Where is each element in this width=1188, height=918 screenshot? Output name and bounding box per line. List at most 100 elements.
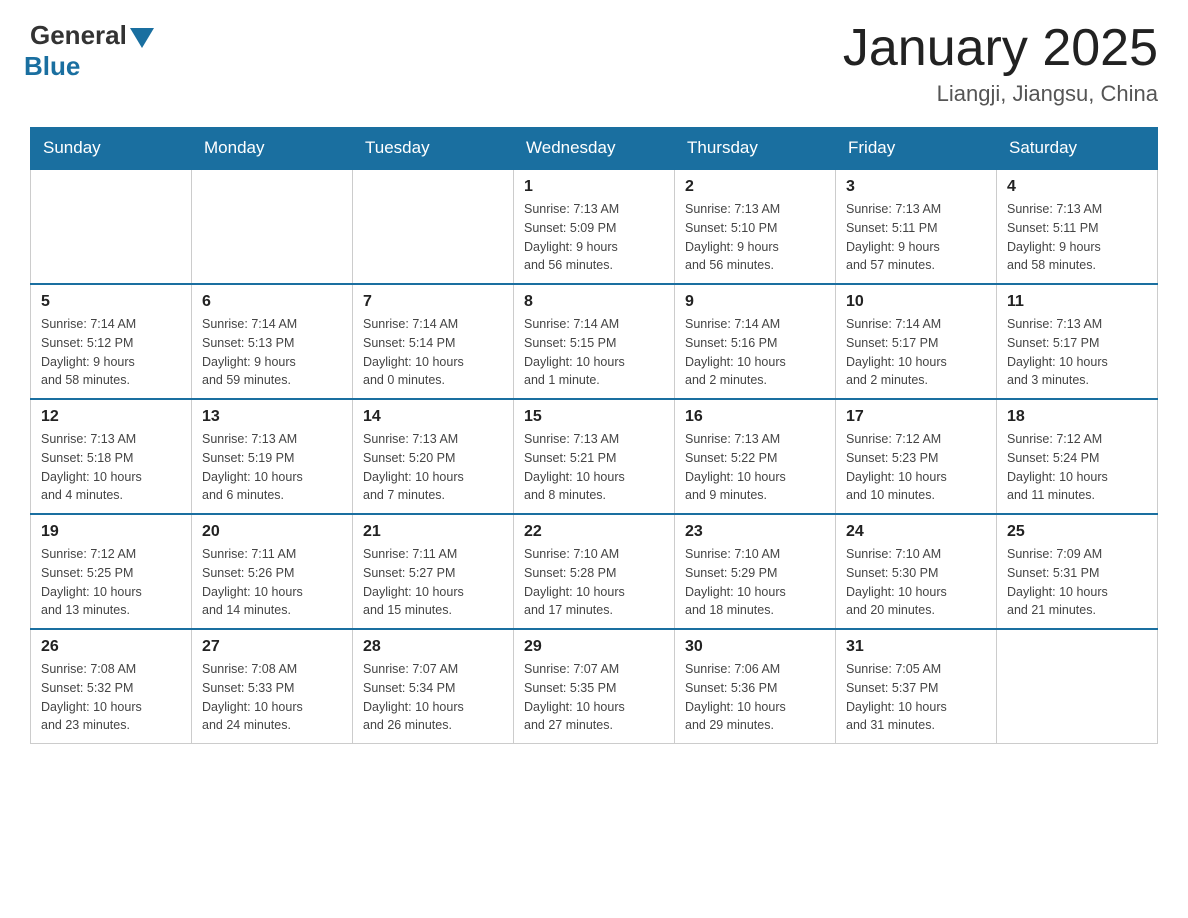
calendar-cell: 2 Sunrise: 7:13 AM Sunset: 5:10 PM Daylig… xyxy=(675,169,836,284)
day-number: 19 xyxy=(41,523,181,541)
day-number: 11 xyxy=(1007,293,1147,311)
day-number: 3 xyxy=(846,178,986,196)
calendar-cell: 11 Sunrise: 7:13 AM Sunset: 5:17 PM Dayli… xyxy=(997,284,1158,399)
calendar-header-row: SundayMondayTuesdayWednesdayThursdayFrid… xyxy=(31,128,1158,170)
calendar-cell xyxy=(353,169,514,284)
calendar-cell: 24Sunrise: 7:10 AM Sunset: 5:30 PM Dayli… xyxy=(836,514,997,629)
day-number: 21 xyxy=(363,523,503,541)
calendar-cell: 23 Sunrise: 7:10 AM Sunset: 5:29 PM Dayli… xyxy=(675,514,836,629)
calendar-day-header: Tuesday xyxy=(353,128,514,170)
day-number: 10 xyxy=(846,293,986,311)
calendar-cell: 13 Sunrise: 7:13 AM Sunset: 5:19 PM Dayli… xyxy=(192,399,353,514)
day-info: Sunrise: 7:07 AM Sunset: 5:35 PM Dayligh… xyxy=(524,660,664,735)
logo-blue-text: Blue xyxy=(24,51,80,82)
day-info: Sunrise: 7:10 AM Sunset: 5:29 PM Dayligh… xyxy=(685,545,825,620)
calendar-cell: 16 Sunrise: 7:13 AM Sunset: 5:22 PM Dayli… xyxy=(675,399,836,514)
calendar-cell: 20 Sunrise: 7:11 AM Sunset: 5:26 PM Dayli… xyxy=(192,514,353,629)
day-info: Sunrise: 7:13 AM Sunset: 5:22 PM Dayligh… xyxy=(685,430,825,505)
calendar-cell: 9 Sunrise: 7:14 AM Sunset: 5:16 PM Daylig… xyxy=(675,284,836,399)
calendar-cell: 4Sunrise: 7:13 AM Sunset: 5:11 PM Daylig… xyxy=(997,169,1158,284)
day-number: 23 xyxy=(685,523,825,541)
day-number: 20 xyxy=(202,523,342,541)
calendar-cell: 22 Sunrise: 7:10 AM Sunset: 5:28 PM Dayli… xyxy=(514,514,675,629)
day-info: Sunrise: 7:13 AM Sunset: 5:17 PM Dayligh… xyxy=(1007,315,1147,390)
day-info: Sunrise: 7:08 AM Sunset: 5:33 PM Dayligh… xyxy=(202,660,342,735)
title-block: January 2025 Liangji, Jiangsu, China xyxy=(843,20,1158,107)
logo: General Blue xyxy=(30,20,157,82)
calendar-cell: 18Sunrise: 7:12 AM Sunset: 5:24 PM Dayli… xyxy=(997,399,1158,514)
calendar-cell: 5 Sunrise: 7:14 AM Sunset: 5:12 PM Daylig… xyxy=(31,284,192,399)
calendar-table: SundayMondayTuesdayWednesdayThursdayFrid… xyxy=(30,127,1158,744)
main-title: January 2025 xyxy=(843,20,1158,77)
calendar-cell xyxy=(31,169,192,284)
day-number: 28 xyxy=(363,638,503,656)
calendar-week-row: 12Sunrise: 7:13 AM Sunset: 5:18 PM Dayli… xyxy=(31,399,1158,514)
day-info: Sunrise: 7:12 AM Sunset: 5:23 PM Dayligh… xyxy=(846,430,986,505)
calendar-cell: 29Sunrise: 7:07 AM Sunset: 5:35 PM Dayli… xyxy=(514,629,675,744)
day-info: Sunrise: 7:14 AM Sunset: 5:12 PM Dayligh… xyxy=(41,315,181,390)
calendar-cell: 6 Sunrise: 7:14 AM Sunset: 5:13 PM Daylig… xyxy=(192,284,353,399)
day-number: 14 xyxy=(363,408,503,426)
day-number: 12 xyxy=(41,408,181,426)
calendar-cell: 26 Sunrise: 7:08 AM Sunset: 5:32 PM Dayli… xyxy=(31,629,192,744)
day-info: Sunrise: 7:14 AM Sunset: 5:16 PM Dayligh… xyxy=(685,315,825,390)
day-number: 22 xyxy=(524,523,664,541)
day-info: Sunrise: 7:10 AM Sunset: 5:28 PM Dayligh… xyxy=(524,545,664,620)
day-info: Sunrise: 7:13 AM Sunset: 5:20 PM Dayligh… xyxy=(363,430,503,505)
calendar-cell: 30Sunrise: 7:06 AM Sunset: 5:36 PM Dayli… xyxy=(675,629,836,744)
calendar-cell: 15Sunrise: 7:13 AM Sunset: 5:21 PM Dayli… xyxy=(514,399,675,514)
calendar-cell: 12Sunrise: 7:13 AM Sunset: 5:18 PM Dayli… xyxy=(31,399,192,514)
calendar-cell: 19 Sunrise: 7:12 AM Sunset: 5:25 PM Dayli… xyxy=(31,514,192,629)
calendar-cell xyxy=(192,169,353,284)
calendar-cell: 3 Sunrise: 7:13 AM Sunset: 5:11 PM Daylig… xyxy=(836,169,997,284)
day-info: Sunrise: 7:10 AM Sunset: 5:30 PM Dayligh… xyxy=(846,545,986,620)
day-number: 13 xyxy=(202,408,342,426)
calendar-day-header: Thursday xyxy=(675,128,836,170)
day-number: 8 xyxy=(524,293,664,311)
calendar-day-header: Sunday xyxy=(31,128,192,170)
day-info: Sunrise: 7:14 AM Sunset: 5:13 PM Dayligh… xyxy=(202,315,342,390)
calendar-cell: 31Sunrise: 7:05 AM Sunset: 5:37 PM Dayli… xyxy=(836,629,997,744)
logo-triangle-icon xyxy=(130,28,154,48)
day-number: 16 xyxy=(685,408,825,426)
day-info: Sunrise: 7:09 AM Sunset: 5:31 PM Dayligh… xyxy=(1007,545,1147,620)
calendar-day-header: Saturday xyxy=(997,128,1158,170)
day-number: 6 xyxy=(202,293,342,311)
day-info: Sunrise: 7:12 AM Sunset: 5:24 PM Dayligh… xyxy=(1007,430,1147,505)
day-info: Sunrise: 7:06 AM Sunset: 5:36 PM Dayligh… xyxy=(685,660,825,735)
calendar-week-row: 26 Sunrise: 7:08 AM Sunset: 5:32 PM Dayli… xyxy=(31,629,1158,744)
day-number: 15 xyxy=(524,408,664,426)
day-number: 7 xyxy=(363,293,503,311)
location-subtitle: Liangji, Jiangsu, China xyxy=(843,81,1158,107)
day-info: Sunrise: 7:14 AM Sunset: 5:14 PM Dayligh… xyxy=(363,315,503,390)
day-number: 5 xyxy=(41,293,181,311)
calendar-cell: 8 Sunrise: 7:14 AM Sunset: 5:15 PM Daylig… xyxy=(514,284,675,399)
day-info: Sunrise: 7:08 AM Sunset: 5:32 PM Dayligh… xyxy=(41,660,181,735)
calendar-cell: 25Sunrise: 7:09 AM Sunset: 5:31 PM Dayli… xyxy=(997,514,1158,629)
calendar-week-row: 5 Sunrise: 7:14 AM Sunset: 5:12 PM Daylig… xyxy=(31,284,1158,399)
day-info: Sunrise: 7:13 AM Sunset: 5:11 PM Dayligh… xyxy=(846,200,986,275)
day-number: 27 xyxy=(202,638,342,656)
day-number: 4 xyxy=(1007,178,1147,196)
calendar-cell: 1Sunrise: 7:13 AM Sunset: 5:09 PM Daylig… xyxy=(514,169,675,284)
calendar-cell: 21Sunrise: 7:11 AM Sunset: 5:27 PM Dayli… xyxy=(353,514,514,629)
day-info: Sunrise: 7:13 AM Sunset: 5:19 PM Dayligh… xyxy=(202,430,342,505)
logo-general-text: General xyxy=(30,20,127,51)
day-number: 26 xyxy=(41,638,181,656)
calendar-day-header: Wednesday xyxy=(514,128,675,170)
day-number: 17 xyxy=(846,408,986,426)
calendar-cell: 7 Sunrise: 7:14 AM Sunset: 5:14 PM Daylig… xyxy=(353,284,514,399)
calendar-week-row: 1Sunrise: 7:13 AM Sunset: 5:09 PM Daylig… xyxy=(31,169,1158,284)
calendar-cell: 27 Sunrise: 7:08 AM Sunset: 5:33 PM Dayli… xyxy=(192,629,353,744)
day-info: Sunrise: 7:13 AM Sunset: 5:10 PM Dayligh… xyxy=(685,200,825,275)
day-info: Sunrise: 7:14 AM Sunset: 5:15 PM Dayligh… xyxy=(524,315,664,390)
calendar-cell: 28Sunrise: 7:07 AM Sunset: 5:34 PM Dayli… xyxy=(353,629,514,744)
day-info: Sunrise: 7:11 AM Sunset: 5:26 PM Dayligh… xyxy=(202,545,342,620)
page-header: General Blue January 2025 Liangji, Jiang… xyxy=(30,20,1158,107)
calendar-day-header: Friday xyxy=(836,128,997,170)
day-info: Sunrise: 7:12 AM Sunset: 5:25 PM Dayligh… xyxy=(41,545,181,620)
day-number: 9 xyxy=(685,293,825,311)
calendar-cell xyxy=(997,629,1158,744)
day-number: 1 xyxy=(524,178,664,196)
day-number: 2 xyxy=(685,178,825,196)
